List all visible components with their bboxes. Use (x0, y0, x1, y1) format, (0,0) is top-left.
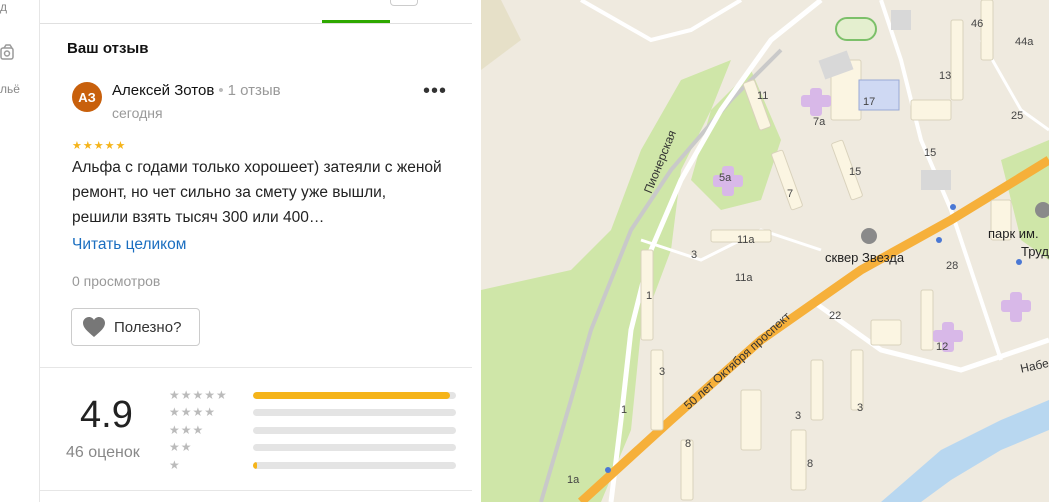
rating-row-3: ★★★ (169, 423, 456, 437)
divider (40, 367, 472, 368)
house-number: 1 (646, 290, 653, 302)
bus-stop-marker (936, 237, 942, 243)
gray-building (921, 170, 951, 190)
separator-dot: • (218, 82, 224, 99)
rating-row-stars: ★★ (169, 440, 193, 454)
rail-top-text: д (0, 0, 8, 14)
avatar[interactable]: АЗ (72, 82, 102, 112)
tabs-strip (40, 0, 472, 24)
house-number: 8 (685, 438, 692, 450)
review-date: сегодня (112, 105, 163, 121)
views-count: 0 просмотров (72, 273, 161, 289)
rating-row-1: ★ (169, 458, 456, 472)
house-number: 12 (936, 341, 949, 353)
park-marker (861, 228, 877, 244)
rating-row-4: ★★★★ (169, 405, 456, 419)
house-number: 11 (757, 90, 769, 102)
rating-bar-fill (253, 392, 450, 399)
poi-label-park: парк им. (988, 226, 1039, 241)
house-number: 25 (1011, 110, 1024, 122)
park-area (481, 60, 731, 502)
author-name[interactable]: Алексей Зотов (112, 82, 214, 99)
house-number: 17 (863, 96, 876, 108)
rating-bar-fill (253, 462, 258, 469)
rating-bar (253, 427, 456, 434)
rail-label: льё (0, 82, 20, 96)
house-number: 13 (939, 70, 952, 82)
house-number: 3 (691, 249, 698, 261)
house-number: 11a (737, 234, 755, 246)
street (580, 0, 743, 43)
park-area (481, 0, 521, 70)
active-tab-indicator (322, 20, 390, 23)
house-number: 3 (795, 410, 802, 422)
house-number: 3 (857, 402, 864, 414)
bus-stop-marker (950, 204, 956, 210)
useful-button[interactable]: Полезно? (71, 308, 200, 346)
more-options-button[interactable]: ••• (422, 81, 448, 108)
poi-label-park2: Труд (1021, 244, 1049, 259)
house-number: 7 (787, 188, 794, 200)
house-number: 8 (807, 458, 814, 470)
house-number: 5a (719, 172, 732, 184)
house-number: 7a (813, 116, 826, 128)
gray-building (891, 10, 911, 30)
rating-bar (253, 409, 456, 416)
rating-count: 46 оценок (66, 444, 140, 461)
rating-row-2: ★★ (169, 440, 456, 454)
rating-score: 4.9 (80, 394, 133, 436)
rating-row-stars: ★★★ (169, 423, 205, 437)
house-number: 28 (946, 260, 959, 272)
reviews-panel: Ваш отзыв АЗ Алексей Зотов • 1 отзыв сегод… (40, 0, 472, 502)
rating-row-stars: ★★★★ (169, 405, 217, 419)
left-rail: д льё (0, 0, 40, 502)
review-text: Альфа с годами только хорошеет) затеяли … (72, 159, 442, 226)
rating-row-stars: ★★★★★ (169, 388, 228, 402)
house-number: 46 (971, 18, 984, 30)
house-number: 3 (659, 366, 666, 378)
map-view[interactable]: Пионерская 50 лет Октября проспект сквер… (481, 0, 1049, 502)
author-review-count: 1 отзыв (227, 82, 281, 99)
house-number: 1 (621, 404, 628, 416)
river (881, 400, 1049, 502)
map-canvas (481, 0, 1049, 502)
section-title: Ваш отзыв (67, 40, 149, 57)
review-stars: ★★★★★ (72, 140, 127, 152)
read-more-link[interactable]: Читать целиком (72, 236, 186, 254)
house-number: 1a (567, 474, 580, 486)
bus-stop-marker (605, 467, 611, 473)
useful-label: Полезно? (114, 318, 182, 336)
house-number: 44a (1015, 36, 1034, 48)
rating-bar (253, 462, 456, 469)
divider (40, 490, 472, 491)
house-number: 11a (735, 272, 753, 284)
heart-icon (83, 317, 105, 337)
rating-bar (253, 444, 456, 451)
tab-partial-button[interactable] (390, 0, 418, 6)
rating-bar (253, 392, 456, 399)
rating-row-5: ★★★★★ (169, 388, 456, 402)
stadium (835, 17, 877, 41)
photo-icon[interactable] (0, 42, 18, 64)
rating-row-stars: ★ (169, 458, 181, 472)
house-number: 15 (924, 147, 937, 159)
bus-stop-marker (1016, 259, 1022, 265)
poi-label-skver: сквер Звезда (825, 250, 905, 265)
house-number: 22 (829, 310, 842, 322)
author-line: Алексей Зотов • 1 отзыв (112, 82, 281, 99)
house-number: 15 (849, 166, 862, 178)
